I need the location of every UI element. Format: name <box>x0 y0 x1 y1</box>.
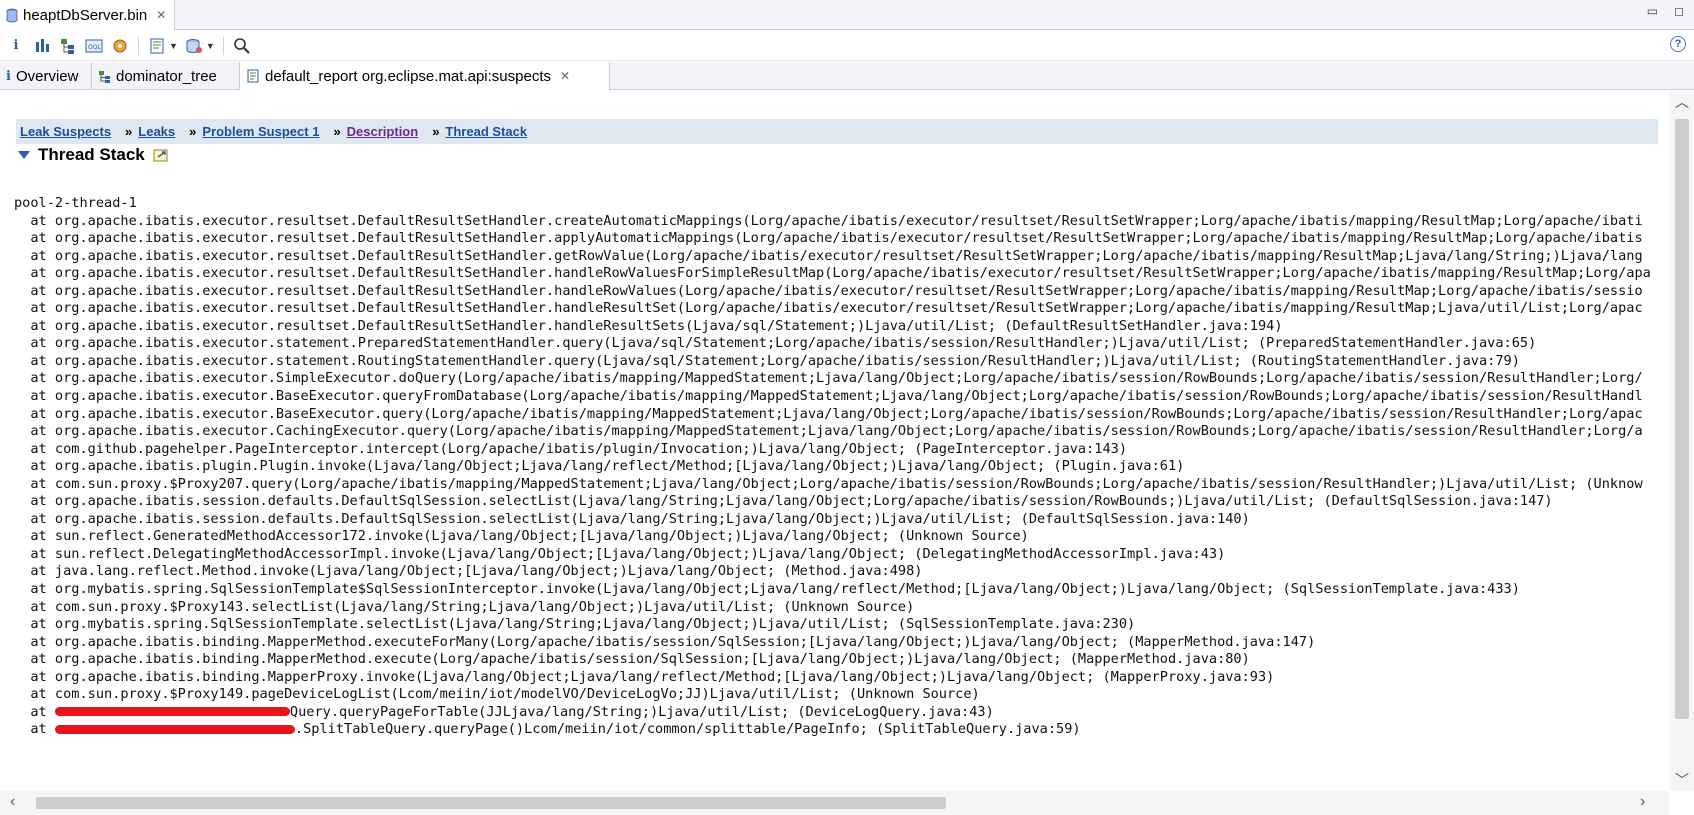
collapse-triangle-icon[interactable] <box>18 151 30 159</box>
run-report-icon[interactable] <box>147 36 167 56</box>
window-controls: ▭ ◻ <box>1647 4 1684 18</box>
section-header: Thread Stack <box>18 145 171 165</box>
redaction-mark <box>54 724 295 734</box>
breadcrumb-separator: » <box>432 124 440 139</box>
stack-frame: at org.apache.ibatis.executor.resultset.… <box>14 230 1643 247</box>
stack-frame: at org.apache.ibatis.executor.CachingExe… <box>14 423 1643 440</box>
search-icon[interactable] <box>232 36 252 56</box>
stack-frame: at sun.reflect.DelegatingMethodAccessorI… <box>14 545 1226 562</box>
stack-frame: at sun.reflect.GeneratedMethodAccessor17… <box>14 528 1029 545</box>
tab-dominator-tree[interactable]: dominator_tree <box>92 62 240 90</box>
maximize-icon[interactable]: ◻ <box>1674 4 1684 18</box>
stack-frame: at org.apache.ibatis.executor.resultset.… <box>14 300 1643 317</box>
stack-frame: at java.lang.reflect.Method.invoke(Ljava… <box>14 563 923 580</box>
stack-frame: at org.apache.ibatis.session.defaults.De… <box>14 510 1250 527</box>
stack-frame: at org.apache.ibatis.executor.statement.… <box>14 352 1520 369</box>
breadcrumb-leaks[interactable]: Leaks <box>138 124 175 139</box>
breadcrumb-problem-suspect-1[interactable]: Problem Suspect 1 <box>202 124 319 139</box>
report-tab-bar: i Overview dominator_tree default_report… <box>0 62 1694 91</box>
stack-frame-redacted: at .SplitTableQuery.queryPage()Lcom/meii… <box>14 721 1081 738</box>
export-icon[interactable] <box>153 147 171 163</box>
stack-frame: at org.apache.ibatis.executor.SimpleExec… <box>14 370 1643 387</box>
report-content: Leak Suspects » Leaks » Problem Suspect … <box>0 91 1670 791</box>
heap-dump-overview-icon[interactable] <box>110 36 130 56</box>
breadcrumb: Leak Suspects » Leaks » Problem Suspect … <box>16 119 1658 144</box>
stack-frame: at org.apache.ibatis.executor.resultset.… <box>14 317 1283 334</box>
breadcrumb-separator: » <box>189 124 197 139</box>
breadcrumb-description[interactable]: Description <box>347 124 419 139</box>
horizontal-scrollbar[interactable]: ‹ › <box>0 791 1670 815</box>
tab-label: default_report org.eclipse.mat.api:suspe… <box>265 67 551 85</box>
stack-frame: at org.apache.ibatis.executor.statement.… <box>14 335 1537 352</box>
stack-frame: at org.mybatis.spring.SqlSessionTemplate… <box>14 581 1520 598</box>
horizontal-scroll-thumb[interactable] <box>36 797 946 809</box>
scroll-left-icon[interactable]: ‹ <box>10 793 15 811</box>
editor-tab-heapdump[interactable]: heaptDbServer.bin ✕ <box>0 0 176 30</box>
stack-frame-redacted: at Query.queryPageForTable(JJLjava/lang/… <box>14 703 994 720</box>
toolbar-separator <box>138 36 139 55</box>
info-icon[interactable]: i <box>6 36 26 56</box>
dominator-tree-icon <box>99 70 110 83</box>
stack-frame: at org.apache.ibatis.executor.resultset.… <box>14 282 1643 299</box>
close-icon[interactable]: ✕ <box>560 69 570 83</box>
section-title: Thread Stack <box>38 145 145 164</box>
thread-stack-text: pool-2-thread-1 at org.apache.ibatis.exe… <box>14 195 1664 739</box>
stack-frame: at org.mybatis.spring.SqlSessionTemplate… <box>14 616 1136 633</box>
query-browser-icon[interactable] <box>184 36 204 56</box>
stack-frame: at org.apache.ibatis.binding.MapperProxy… <box>14 668 1275 685</box>
redaction-mark <box>54 707 290 717</box>
toolbar: i OQL ▼ ▼ <box>0 31 1694 61</box>
thread-name: pool-2-thread-1 <box>14 195 137 211</box>
stack-frame: at org.apache.ibatis.executor.BaseExecut… <box>14 405 1643 422</box>
database-icon <box>6 8 18 22</box>
stack-frame: at com.sun.proxy.$Proxy143.selectList(Lj… <box>14 598 915 615</box>
stack-frame: at org.apache.ibatis.executor.resultset.… <box>14 265 1651 282</box>
tab-label: Overview <box>15 67 79 85</box>
chevron-down-icon[interactable]: ▼ <box>169 41 178 51</box>
report-icon <box>247 69 259 83</box>
stack-frame: at com.sun.proxy.$Proxy207.query(Lorg/ap… <box>14 475 1643 492</box>
oql-icon[interactable]: OQL <box>84 36 104 56</box>
stack-frame: at org.apache.ibatis.executor.BaseExecut… <box>14 388 1643 405</box>
stack-frame: at org.apache.ibatis.binding.MapperMetho… <box>14 633 1316 650</box>
breadcrumb-separator: » <box>125 124 133 139</box>
scroll-down-icon[interactable]: ﹀ <box>1670 769 1694 791</box>
toolbar-separator <box>222 36 224 55</box>
info-icon: i <box>6 68 11 84</box>
vertical-scrollbar[interactable]: ︿ ﹀ <box>1670 91 1694 791</box>
close-icon[interactable]: ✕ <box>156 8 166 22</box>
stack-frame: at org.apache.ibatis.session.defaults.De… <box>14 493 1553 510</box>
breadcrumb-thread-stack[interactable]: Thread Stack <box>445 124 527 139</box>
stack-frame: at com.sun.proxy.$Proxy149.pageDeviceLog… <box>14 686 980 703</box>
breadcrumb-leak-suspects[interactable]: Leak Suspects <box>20 124 111 139</box>
breadcrumb-separator: » <box>333 124 341 139</box>
tab-default-report[interactable]: default_report org.eclipse.mat.api:suspe… <box>240 62 610 91</box>
stack-frame: at org.apache.ibatis.executor.resultset.… <box>14 212 1643 229</box>
scroll-up-icon[interactable]: ︿ <box>1670 91 1694 113</box>
svg-text:OQL: OQL <box>88 44 101 51</box>
chevron-down-icon[interactable]: ▼ <box>206 41 215 51</box>
histogram-icon[interactable] <box>32 36 52 56</box>
minimize-icon[interactable]: ▭ <box>1647 4 1658 18</box>
stack-frame: at org.apache.ibatis.executor.resultset.… <box>14 247 1643 264</box>
dominator-tree-icon[interactable] <box>58 36 78 56</box>
tab-overview[interactable]: i Overview <box>0 62 92 90</box>
stack-frame: at org.apache.ibatis.binding.MapperMetho… <box>14 651 1250 668</box>
stack-frame: at com.github.pagehelper.PageInterceptor… <box>14 440 1128 457</box>
vertical-scroll-thumb[interactable] <box>1675 119 1689 719</box>
editor-tab-bar: heaptDbServer.bin ✕ ▭ ◻ <box>0 0 1694 30</box>
editor-tab-title: heaptDbServer.bin <box>23 6 148 24</box>
stack-frame: at org.apache.ibatis.plugin.Plugin.invok… <box>14 458 1185 475</box>
tab-label: dominator_tree <box>116 67 217 85</box>
help-icon[interactable]: ? <box>1670 36 1686 52</box>
scroll-right-icon[interactable]: › <box>1640 793 1645 811</box>
